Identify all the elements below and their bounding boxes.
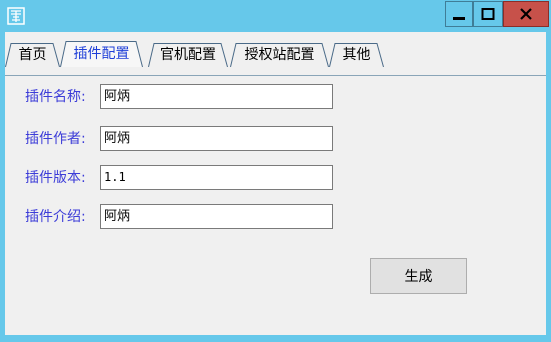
app-window: 首页 插件配置 官机配置 授权站配置 其他 插件名称: 阿炳 插件作者: 阿炳 … [0,0,551,342]
plugin-name-input[interactable]: 阿炳 [100,84,333,109]
client-area: 首页 插件配置 官机配置 授权站配置 其他 插件名称: 阿炳 插件作者: 阿炳 … [5,32,546,335]
tab-official-machine-config[interactable]: 官机配置 [148,43,228,67]
plugin-author-input[interactable]: 阿炳 [100,126,333,151]
tab-home[interactable]: 首页 [5,43,60,67]
app-logo-icon [7,7,25,25]
generate-button[interactable]: 生成 [370,258,467,294]
maximize-button[interactable] [473,1,503,27]
plugin-author-label: 插件作者: [25,131,86,147]
plugin-name-label: 插件名称: [25,89,86,105]
tab-strip: 首页 插件配置 官机配置 授权站配置 其他 [5,41,546,76]
title-bar[interactable] [0,0,551,32]
minimize-icon [453,17,465,20]
maximize-icon [481,8,495,20]
tab-other[interactable]: 其他 [329,43,384,67]
tab-divider [5,75,546,76]
minimize-button[interactable] [445,1,473,27]
plugin-description-input[interactable]: 阿炳 [100,204,333,229]
tab-plugin-config[interactable]: 插件配置 [60,41,143,67]
close-button[interactable] [503,1,549,27]
plugin-version-label: 插件版本: [25,170,86,186]
close-icon [520,8,532,20]
tab-auth-site-config[interactable]: 授权站配置 [230,43,329,67]
plugin-description-label: 插件介绍: [25,209,86,225]
plugin-version-input[interactable]: 1.1 [100,165,333,190]
